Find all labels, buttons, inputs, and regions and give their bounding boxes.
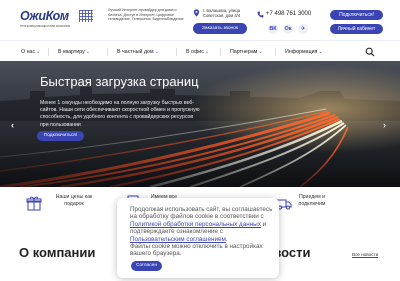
address: г. Балашиха, улица Советская, дом 4/4 <box>203 8 241 19</box>
nav-item-apartment[interactable]: В квартиру⌄ <box>58 47 90 57</box>
search-icon[interactable] <box>365 47 375 57</box>
nav-item-about[interactable]: О нас⌄ <box>21 47 40 57</box>
location-pin-icon <box>193 9 200 17</box>
cookie-consent-popup: Продолжая использовать сайт, вы соглашае… <box>117 198 279 278</box>
logo[interactable]: ОжиКом телекоммуникационная компания <box>20 9 106 31</box>
logo-subtitle: телекоммуникационная компания <box>20 24 71 28</box>
privacy-policy-link[interactable]: Политикой обработки персональных данных <box>130 221 261 228</box>
nav-item-label: О нас <box>21 49 36 55</box>
order-call-button[interactable]: Заказать звонок <box>193 23 247 34</box>
chevron-down-icon: ⌄ <box>318 49 323 55</box>
cookie-text: Продолжая использовать сайт, вы соглашае… <box>130 206 275 258</box>
cookie-text-part: Продолжая использовать сайт, вы соглашае… <box>130 206 273 221</box>
main-nav: О нас⌄ В квартиру⌄ В частный дом⌄ В офис… <box>0 40 400 61</box>
nav-item-label: В квартиру <box>58 49 85 55</box>
nav-divider <box>48 48 49 56</box>
chevron-down-icon: ⌄ <box>154 49 159 55</box>
chevron-down-icon: ⌄ <box>258 49 263 55</box>
hero-title: Быстрая загрузка страниц <box>40 74 199 89</box>
chevron-down-icon: ⌄ <box>204 49 210 55</box>
telegram-icon[interactable]: ✈ <box>298 24 308 34</box>
nav-item-partners[interactable]: Партнерам⌄ <box>230 47 263 57</box>
slider-next-arrow-icon[interactable]: › <box>383 120 386 130</box>
nav-item-label: Информация <box>285 49 318 55</box>
hero-description: Менее 1 секунды необходимо на полную заг… <box>40 100 200 128</box>
ok-icon[interactable]: Ок <box>283 24 293 34</box>
vk-icon[interactable]: ВК <box>268 24 278 34</box>
nav-item-label: В офис <box>186 49 204 55</box>
tagline: Лучший Интернет-провайдер для дома и биз… <box>108 8 184 22</box>
feature-install: Приедем и подключим <box>298 194 326 207</box>
chevron-down-icon: ⌄ <box>36 49 41 55</box>
hero-connect-button[interactable]: Подключиться! <box>37 131 84 141</box>
nav-divider <box>107 48 108 56</box>
cookie-text-part: . <box>225 235 228 243</box>
nav-divider <box>220 48 221 56</box>
nav-item-label: В частный дом <box>117 49 154 55</box>
site-header: ОжиКом телекоммуникационная компания Луч… <box>0 0 400 40</box>
feature-prices: Наши цены как подарок <box>55 194 93 207</box>
cookie-agree-button[interactable]: Согласен <box>131 261 162 271</box>
slider-prev-arrow-icon[interactable]: ‹ <box>11 120 14 130</box>
nav-divider <box>176 48 177 56</box>
nav-item-information[interactable]: Информация⌄ <box>285 47 323 57</box>
logo-grid-icon <box>79 10 93 22</box>
gift-icon <box>26 196 42 211</box>
personal-account-button[interactable]: Личный кабинет <box>330 24 383 34</box>
nav-divider <box>275 48 276 56</box>
nav-item-label: Партнерам <box>230 49 258 55</box>
connect-button[interactable]: Подключиться! <box>330 10 383 20</box>
logo-text: ОжиКом <box>20 9 69 23</box>
phone-icon <box>257 11 264 18</box>
hero-banner: Быстрая загрузка страниц Менее 1 секунды… <box>0 61 400 187</box>
nav-item-office[interactable]: В офис⌄ <box>186 47 209 57</box>
nav-item-private-house[interactable]: В частный дом⌄ <box>117 47 159 57</box>
cookie-text-part: Файлы cookie можно отключить в настройка… <box>130 243 263 258</box>
chevron-down-icon: ⌄ <box>85 49 90 55</box>
about-section-title: О компании <box>19 245 96 260</box>
all-news-link[interactable]: Все новости <box>352 252 379 258</box>
phone-number[interactable]: +7 498 761 3000 <box>266 11 311 17</box>
user-agreement-link[interactable]: Пользовательским соглашением <box>130 236 226 243</box>
